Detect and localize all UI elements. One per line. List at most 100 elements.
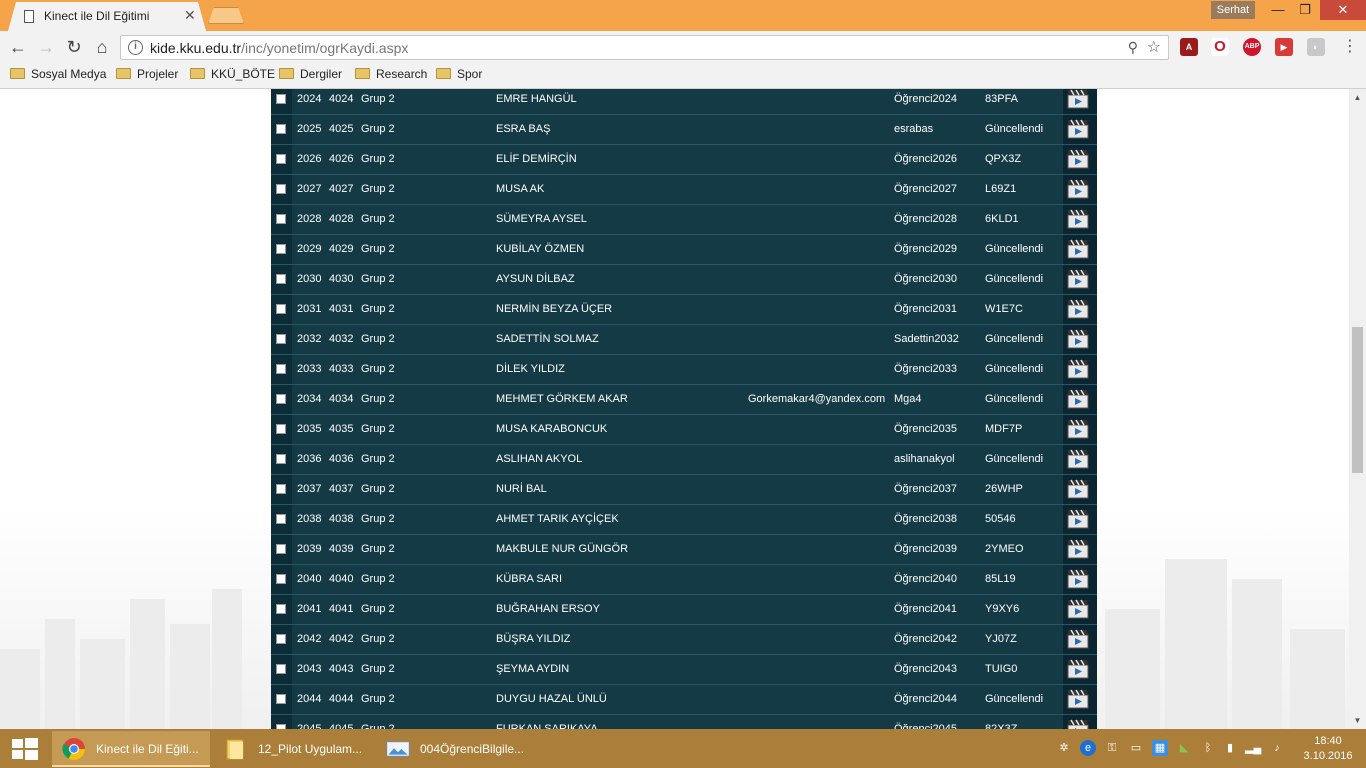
row-checkbox[interactable] (276, 424, 286, 434)
row-checkbox-cell (271, 625, 292, 654)
zoom-icon[interactable]: ⚲ (1128, 39, 1138, 56)
nvidia-tray-icon[interactable]: ◣ (1176, 740, 1192, 756)
forward-arrow-icon[interactable]: → (35, 36, 57, 58)
row-checkbox[interactable] (276, 694, 286, 704)
bookmark-folder[interactable]: Spor (436, 67, 482, 85)
device-tray-icon[interactable]: ▦ (1152, 740, 1168, 756)
video-clip-icon[interactable] (1067, 659, 1089, 679)
row-checkbox[interactable] (276, 154, 286, 164)
row-checkbox[interactable] (276, 604, 286, 614)
video-clip-icon[interactable] (1067, 179, 1089, 199)
bookmark-folder[interactable]: KKÜ_BÖTE (190, 67, 275, 85)
row-checkbox-cell (271, 355, 292, 384)
video-clip-icon[interactable] (1067, 719, 1089, 729)
bookmark-label: Projeler (137, 67, 179, 81)
row-checkbox[interactable] (276, 634, 286, 644)
row-checkbox[interactable] (276, 484, 286, 494)
battery-tray-icon[interactable]: ▮ (1222, 740, 1238, 756)
student-username: Öğrenci2035 (894, 423, 957, 435)
tab-close-icon[interactable]: ✕ (184, 7, 196, 24)
video-clip-icon[interactable] (1067, 239, 1089, 259)
restore-icon[interactable]: ❐ (1290, 0, 1320, 20)
video-clip-icon[interactable] (1067, 149, 1089, 169)
row-checkbox[interactable] (276, 94, 286, 104)
acrobat-extension-icon[interactable]: A (1180, 38, 1198, 56)
network-tray-icon[interactable]: ✲ (1056, 740, 1072, 756)
video-clip-icon[interactable] (1067, 269, 1089, 289)
profile-button[interactable]: Serhat (1211, 1, 1255, 19)
student-name: KUBİLAY ÖZMEN (496, 243, 585, 255)
browser-titlebar: Kinect ile Dil Eğitimi ✕ Serhat — ❐ ✕ (0, 0, 1366, 31)
bluetooth-tray-icon[interactable]: ᛒ (1200, 740, 1216, 756)
row-checkbox[interactable] (276, 664, 286, 674)
row-checkbox[interactable] (276, 124, 286, 134)
adblock-extension-icon[interactable]: ABP (1243, 38, 1261, 56)
scroll-up-icon[interactable]: ▲ (1349, 89, 1366, 106)
video-clip-icon[interactable] (1067, 329, 1089, 349)
info-icon[interactable]: i (128, 40, 143, 55)
bookmark-folder[interactable]: Research (355, 67, 427, 85)
browser-tab-active[interactable]: Kinect ile Dil Eğitimi ✕ (8, 2, 206, 31)
video-clip-icon[interactable] (1067, 479, 1089, 499)
row-checkbox[interactable] (276, 184, 286, 194)
video-clip-icon[interactable] (1067, 569, 1089, 589)
security-tray-icon[interactable]: ⚿ (1104, 740, 1120, 756)
close-window-icon[interactable]: ✕ (1320, 0, 1366, 20)
chrome-menu-icon[interactable]: ⋮ (1342, 36, 1358, 56)
video-clip-icon[interactable] (1067, 299, 1089, 319)
video-clip-icon[interactable] (1067, 689, 1089, 709)
video-clip-icon[interactable] (1067, 119, 1089, 139)
media-extension-icon[interactable]: ▶ (1275, 38, 1293, 56)
row-action-cell (1063, 685, 1097, 714)
bookmark-folder[interactable]: Dergiler (279, 67, 342, 85)
row-number: 4027 (329, 183, 354, 195)
row-action-cell (1063, 115, 1097, 144)
video-clip-icon[interactable] (1067, 449, 1089, 469)
row-checkbox[interactable] (276, 454, 286, 464)
signal-tray-icon[interactable]: ▂▄ (1245, 740, 1261, 756)
scrollbar-thumb[interactable] (1352, 327, 1363, 473)
video-clip-icon[interactable] (1067, 629, 1089, 649)
system-clock[interactable]: 18:40 3.10.2016 (1296, 734, 1360, 764)
new-tab-button[interactable] (208, 7, 244, 24)
bookmark-folder[interactable]: Sosyal Medya (10, 67, 106, 85)
row-checkbox[interactable] (276, 364, 286, 374)
row-checkbox[interactable] (276, 514, 286, 524)
minimize-icon[interactable]: — (1263, 0, 1293, 20)
row-checkbox[interactable] (276, 244, 286, 254)
volume-tray-icon[interactable]: ♪ (1269, 740, 1285, 756)
video-clip-icon[interactable] (1067, 419, 1089, 439)
back-arrow-icon[interactable]: ← (7, 36, 29, 58)
video-clip-icon[interactable] (1067, 509, 1089, 529)
home-icon[interactable]: ⌂ (91, 36, 113, 58)
row-checkbox[interactable] (276, 544, 286, 554)
video-clip-icon[interactable] (1067, 389, 1089, 409)
video-clip-icon[interactable] (1067, 359, 1089, 379)
video-clip-icon[interactable] (1067, 599, 1089, 619)
address-bar[interactable]: i kide.kku.edu.tr/inc/yonetim/ogrKaydi.a… (120, 35, 1169, 60)
bookmark-star-icon[interactable]: ☆ (1147, 37, 1161, 57)
taskbar-chrome[interactable]: Kinect ile Dil Eğiti... (52, 731, 210, 767)
row-checkbox[interactable] (276, 274, 286, 284)
bookmark-folder[interactable]: Projeler (116, 67, 178, 85)
row-checkbox[interactable] (276, 574, 286, 584)
extension-icon[interactable]: ◐ (1307, 38, 1325, 56)
windows-start-icon[interactable] (8, 737, 40, 761)
video-clip-icon[interactable] (1067, 539, 1089, 559)
video-clip-icon[interactable] (1067, 209, 1089, 229)
opera-extension-icon[interactable]: O (1211, 38, 1229, 56)
browser-tray-icon[interactable]: e (1080, 740, 1096, 756)
row-checkbox-cell (271, 89, 292, 114)
reload-icon[interactable]: ↻ (63, 36, 85, 58)
scroll-down-icon[interactable]: ▼ (1349, 712, 1366, 729)
video-clip-icon[interactable] (1067, 89, 1089, 109)
row-checkbox[interactable] (276, 394, 286, 404)
row-checkbox[interactable] (276, 304, 286, 314)
display-tray-icon[interactable]: ▭ (1128, 740, 1144, 756)
taskbar-image-viewer[interactable]: 004ÖğrenciBilgile... (376, 731, 534, 767)
taskbar-folder[interactable]: 12_Pilot Uygulam... (214, 731, 372, 767)
row-checkbox[interactable] (276, 214, 286, 224)
vertical-scrollbar[interactable]: ▲ ▼ (1349, 89, 1366, 729)
row-checkbox-cell (271, 265, 292, 294)
row-checkbox[interactable] (276, 334, 286, 344)
